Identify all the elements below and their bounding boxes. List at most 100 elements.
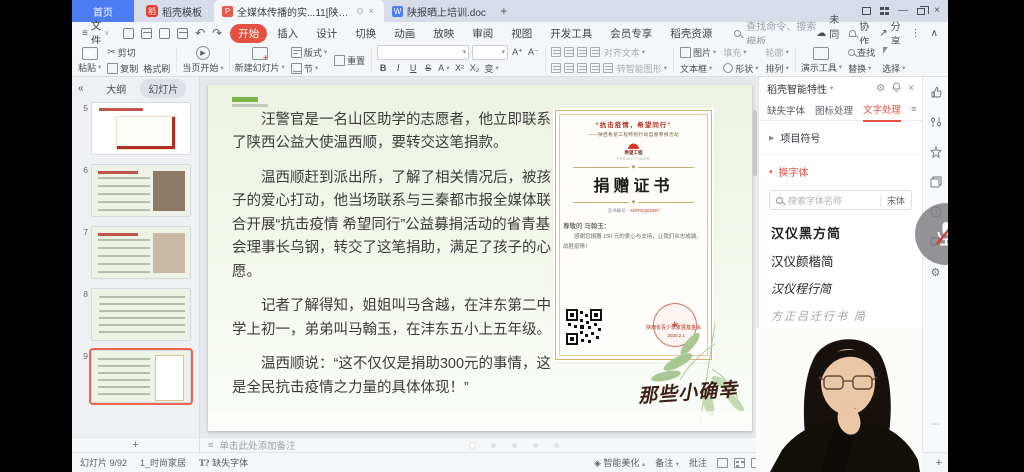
convert-smartart-button[interactable]: 转智能图形▾ — [616, 62, 668, 75]
font-option[interactable]: 方正吕迁行书 简 — [771, 302, 910, 330]
strikethrough-button[interactable]: S — [422, 63, 434, 73]
font-family-combo[interactable] — [377, 45, 469, 60]
theme-name-status[interactable]: 1_时尚家居 — [140, 456, 186, 469]
slides-tab[interactable]: 幻灯片 — [140, 79, 186, 98]
slide-thumbnail[interactable]: 8 — [76, 288, 199, 341]
ribbon-tab[interactable]: 视图 — [503, 24, 540, 43]
gear-icon[interactable]: ⚙ — [876, 83, 885, 94]
find-button[interactable]: 查找 — [847, 46, 876, 59]
align-center-icon[interactable] — [564, 63, 574, 73]
ribbon-tab[interactable]: 插入 — [269, 24, 306, 43]
slide-thumbnail[interactable]: 6 — [76, 164, 199, 217]
tab-docer-template[interactable]: 稻 稻壳模板 — [134, 0, 214, 22]
comments-button[interactable]: 批注 — [689, 456, 707, 469]
select-button[interactable]: 选择▾ — [881, 62, 906, 75]
notes-toggle-button[interactable]: 备注 ▾ — [655, 456, 679, 469]
ribbon-tab[interactable]: 稻壳资源 — [662, 24, 720, 43]
font-option[interactable]: 汉仪颜楷简 — [771, 246, 910, 274]
align-right-icon[interactable] — [577, 63, 587, 73]
bell-icon[interactable] — [892, 82, 901, 95]
textbox-button[interactable]: 文本框▾ — [679, 62, 713, 75]
subscript-button[interactable]: X₂ — [468, 63, 480, 73]
arrange-button[interactable]: 排列▾ — [765, 62, 790, 75]
slide-thumbnail[interactable]: 9 — [76, 350, 199, 403]
increase-font-button[interactable]: A⁺ — [511, 47, 524, 58]
canvas-scrollbar[interactable] — [753, 110, 757, 176]
redo-icon[interactable]: ↷ — [212, 26, 222, 40]
carousel-dot[interactable] — [533, 443, 538, 448]
new-slide-button[interactable]: 新建幻灯片▾ — [235, 47, 285, 74]
line-spacing-icon[interactable] — [603, 63, 613, 73]
change-font-section[interactable]: ▾ 换字体 — [759, 155, 922, 188]
section-button[interactable]: 节▾ — [290, 62, 319, 75]
more-menu-icon[interactable]: ⋮ — [911, 28, 921, 39]
format-painter-button[interactable]: 格式刷 — [142, 62, 171, 75]
ribbon-tab[interactable]: 切换 — [347, 24, 384, 43]
normal-view-icon[interactable] — [717, 458, 728, 468]
layout-button[interactable]: 版式▾ — [290, 46, 328, 59]
ribbon-tab[interactable]: 开发工具 — [542, 24, 600, 43]
carousel-dot[interactable] — [512, 443, 517, 448]
panel-tab[interactable]: 图标处理 — [815, 99, 853, 121]
carousel-dot[interactable] — [554, 443, 559, 448]
settings-gear-icon[interactable]: ⚙ — [929, 265, 943, 279]
print-icon[interactable] — [159, 28, 170, 39]
editing-canvas[interactable]: 汪警官是一名山区助学的志愿者，他立即联系了陕西公益大使温西顺，要转交这笔捐款。温… — [200, 77, 758, 437]
close-panel-icon[interactable]: × — [908, 83, 914, 94]
carousel-dot[interactable] — [470, 443, 475, 448]
collapse-panel-button[interactable]: « — [78, 83, 84, 94]
bold-button[interactable]: B — [377, 63, 389, 73]
save-icon[interactable] — [123, 28, 134, 39]
outline-tab[interactable]: 大纲 — [98, 79, 134, 98]
align-text-button[interactable]: 对齐文本▾ — [603, 46, 646, 59]
new-tab-button[interactable]: + — [494, 0, 514, 22]
align-left-icon[interactable] — [551, 63, 561, 73]
ribbon-tab[interactable]: 开始 — [230, 24, 267, 43]
current-font-badge[interactable]: 宋体 — [880, 194, 905, 207]
shape-button[interactable]: 形状▾ — [722, 62, 759, 75]
ribbon-tab[interactable]: 动画 — [386, 24, 423, 43]
output-icon[interactable] — [141, 28, 152, 39]
windows-copy-icon[interactable] — [929, 175, 943, 189]
slide-thumbnail[interactable]: 7 — [76, 226, 199, 279]
present-tools-button[interactable]: 演示工具▾ — [801, 47, 842, 74]
close-tab-icon[interactable]: × — [367, 6, 376, 16]
properties-sliders-icon[interactable] — [929, 115, 943, 129]
slide-thumbnail-preview[interactable] — [91, 288, 191, 341]
slide-thumbnail-preview[interactable] — [91, 102, 191, 155]
justify-icon[interactable] — [590, 63, 600, 73]
fill-button[interactable]: 填充▾ — [722, 46, 747, 59]
phonetic-button[interactable]: 变▾ — [483, 62, 499, 75]
copy-button[interactable]: 复制 — [106, 62, 139, 75]
font-option[interactable]: 汉仪黑方简 — [771, 218, 910, 246]
picture-button[interactable]: 图片▾ — [679, 46, 717, 59]
reset-button[interactable]: 重置 — [333, 54, 366, 67]
cut-button[interactable]: ✂剪切 — [106, 46, 136, 59]
font-option[interactable]: 汉仪程行简 — [771, 274, 910, 302]
zoom-in-button[interactable]: + — [936, 457, 942, 469]
number-list-icon[interactable] — [564, 47, 574, 57]
tab-document-word[interactable]: W 陕报晒上培训.doc — [384, 0, 494, 22]
italic-button[interactable]: I — [392, 63, 404, 73]
play-from-current-button[interactable]: ▶ 当页开始▾ — [182, 46, 223, 74]
effects-star-icon[interactable] — [929, 145, 943, 159]
ribbon-tab[interactable]: 放映 — [425, 24, 462, 43]
font-color-button[interactable]: A▾ — [437, 63, 450, 73]
indent-increase-icon[interactable] — [590, 47, 600, 57]
panel-tab[interactable]: 文字处理 — [863, 98, 901, 122]
indent-decrease-icon[interactable] — [577, 47, 587, 57]
slide-body-text[interactable]: 汪警官是一名山区助学的志愿者，他立即联系了陕西公益大使温西顺，要转交这笔捐款。温… — [232, 109, 554, 411]
slide-9[interactable]: 汪警官是一名山区助学的志愿者，他立即联系了陕西公益大使温西顺，要转交这笔捐款。温… — [208, 85, 752, 431]
ribbon-tab[interactable]: 设计 — [308, 24, 345, 43]
outline-button[interactable]: 轮廓▾ — [765, 46, 790, 59]
decrease-font-button[interactable]: A⁻ — [527, 47, 540, 58]
font-size-combo[interactable] — [472, 45, 508, 60]
export-icon[interactable] — [177, 28, 188, 39]
chevron-down-icon[interactable]: ▾ — [830, 84, 833, 92]
bullets-section[interactable]: ▶ 项目符号 — [759, 121, 922, 155]
undo-icon[interactable]: ↶ — [195, 26, 205, 40]
replace-button[interactable]: 替换▾ — [847, 62, 872, 75]
tab-document-ppt[interactable]: P 全媒体传播的实...11[陕理工] × — [214, 0, 384, 22]
slide-thumbnail-preview[interactable] — [91, 226, 191, 279]
slide-thumbnail[interactable]: 5 — [76, 102, 199, 155]
